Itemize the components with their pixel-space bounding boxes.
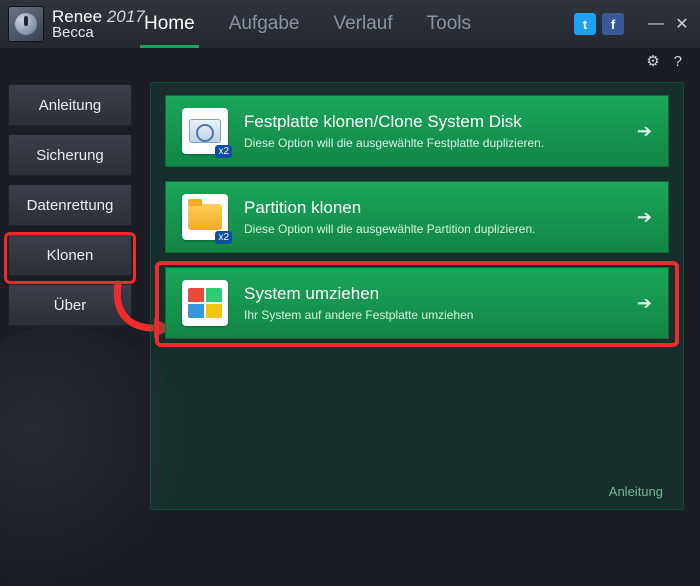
card-clone-disk[interactable]: x2 Festplatte klonen/Clone System Disk D… (165, 95, 669, 167)
sidebar-item-label: Sicherung (36, 147, 104, 164)
disk-icon: x2 (182, 108, 228, 154)
card-desc: Ihr System auf andere Festplatte umziehe… (244, 308, 637, 322)
brand-sub: Becca (52, 25, 145, 40)
sidebar-item-klonen[interactable]: Klonen (8, 234, 132, 276)
icon-badge: x2 (215, 145, 232, 158)
minimize-button[interactable]: — (646, 15, 666, 33)
tab-tools[interactable]: Tools (423, 7, 475, 48)
main-body: Anleitung Sicherung Datenrettung Klonen … (0, 74, 700, 526)
sidebar-item-ueber[interactable]: Über (8, 284, 132, 326)
card-system-migrate[interactable]: System umziehen Ihr System auf andere Fe… (165, 267, 669, 339)
content-panel: x2 Festplatte klonen/Clone System Disk D… (150, 82, 684, 510)
footer-link-anleitung[interactable]: Anleitung (609, 484, 663, 499)
card-desc: Diese Option will die ausgewählte Festpl… (244, 136, 637, 150)
sidebar-item-label: Anleitung (39, 97, 102, 114)
brand-year: 2017 (107, 7, 145, 26)
arrow-right-icon: ➔ (637, 207, 652, 228)
card-title: Festplatte klonen/Clone System Disk (244, 112, 637, 132)
card-desc: Diese Option will die ausgewählte Partit… (244, 222, 637, 236)
gear-icon[interactable]: ⚙ (646, 52, 659, 70)
folder-icon: x2 (182, 194, 228, 240)
app-brand: Renee 2017 Becca (52, 8, 145, 40)
facebook-icon[interactable]: f (602, 13, 624, 35)
sidebar-item-datenrettung[interactable]: Datenrettung (8, 184, 132, 226)
tab-home[interactable]: Home (140, 7, 199, 48)
arrow-right-icon: ➔ (637, 293, 652, 314)
card-clone-partition[interactable]: x2 Partition klonen Diese Option will di… (165, 181, 669, 253)
help-icon[interactable]: ? (674, 53, 682, 70)
sidebar-item-label: Klonen (47, 247, 94, 264)
windows-icon (182, 280, 228, 326)
twitter-icon[interactable]: t (574, 13, 596, 35)
card-title: System umziehen (244, 284, 637, 304)
sidebar-item-label: Datenrettung (27, 197, 114, 214)
top-nav: Home Aufgabe Verlauf Tools (140, 7, 475, 48)
tab-verlauf[interactable]: Verlauf (329, 7, 396, 48)
app-logo-icon (8, 6, 44, 42)
arrow-right-icon: ➔ (637, 121, 652, 142)
sidebar-item-label: Über (54, 297, 87, 314)
titlebar: Renee 2017 Becca Home Aufgabe Verlauf To… (0, 0, 700, 48)
sub-toolbar: ⚙ ? (0, 48, 700, 74)
icon-badge: x2 (215, 231, 232, 244)
card-title: Partition klonen (244, 198, 637, 218)
close-button[interactable]: ✕ (672, 14, 692, 34)
sidebar: Anleitung Sicherung Datenrettung Klonen … (0, 74, 140, 526)
sidebar-item-anleitung[interactable]: Anleitung (8, 84, 132, 126)
sidebar-item-sicherung[interactable]: Sicherung (8, 134, 132, 176)
window-controls: t f — ✕ (574, 13, 692, 35)
tab-aufgabe[interactable]: Aufgabe (225, 7, 304, 48)
